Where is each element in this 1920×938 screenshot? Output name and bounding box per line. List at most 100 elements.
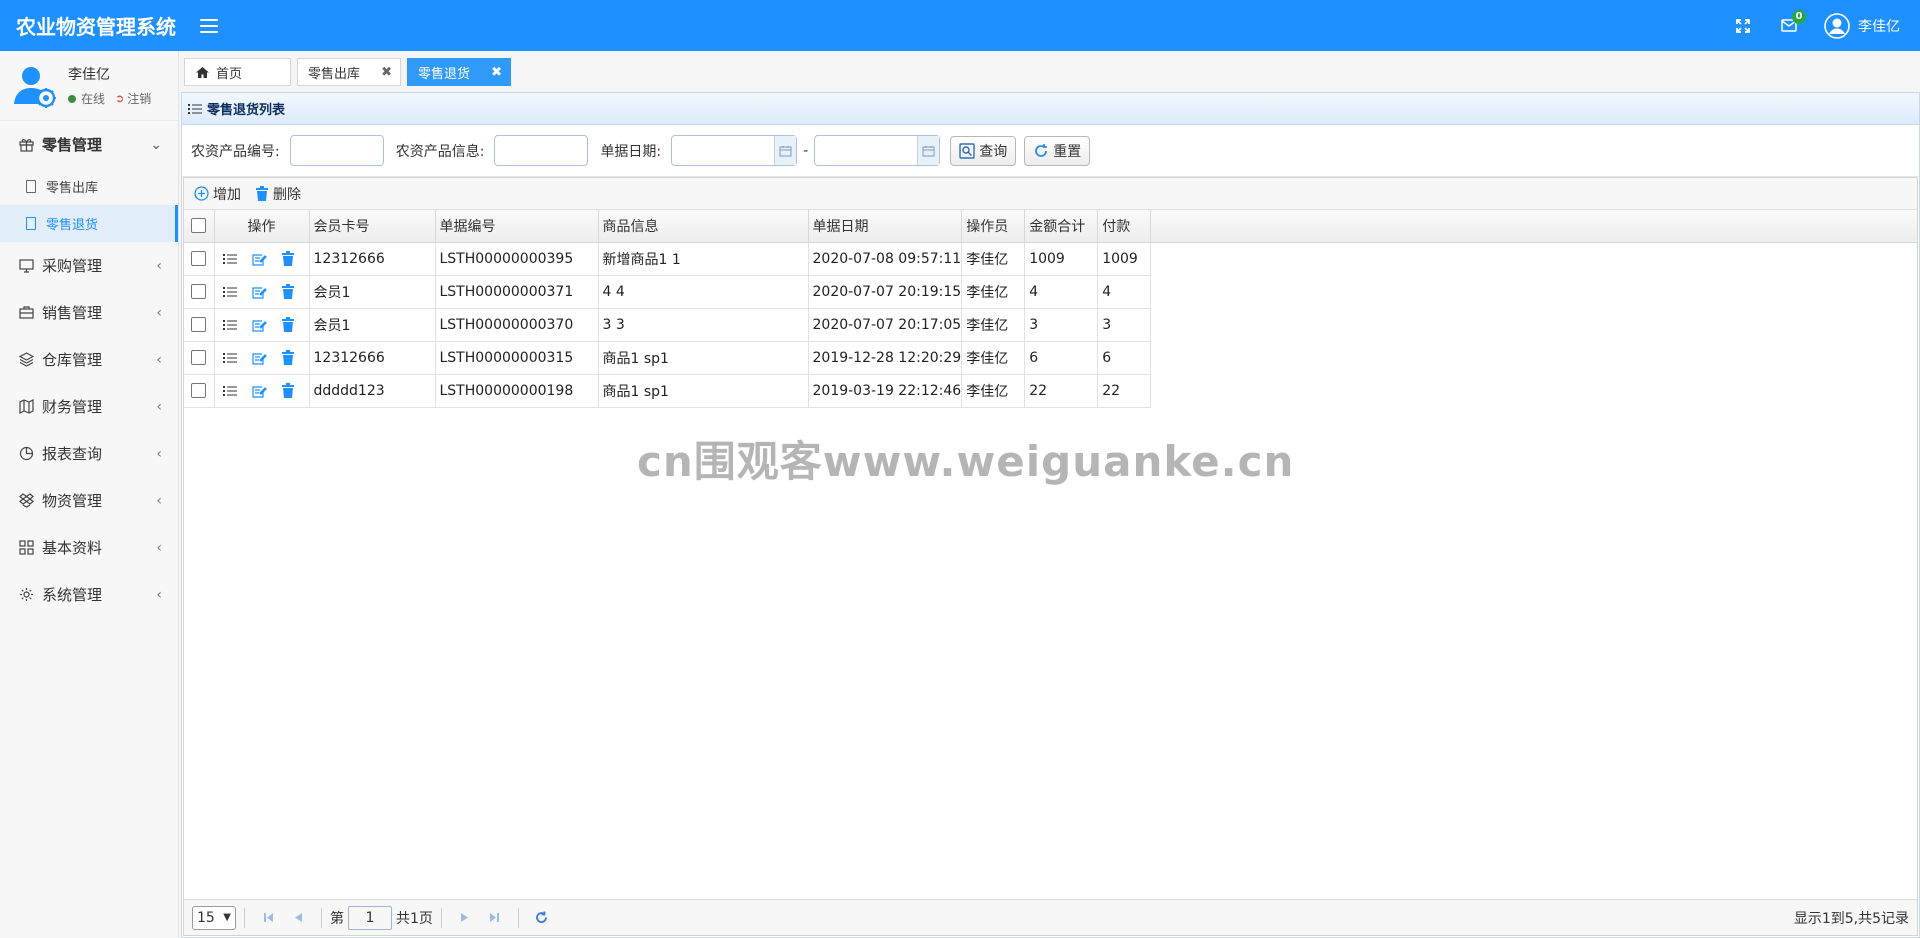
sidebar-item-purchase[interactable]: 采购管理 ‹ <box>0 242 178 289</box>
edit-icon[interactable] <box>251 285 267 299</box>
close-icon[interactable]: ✖ <box>375 65 392 80</box>
page-size-value: 15 <box>197 909 215 926</box>
edit-icon[interactable] <box>251 384 267 398</box>
edit-icon[interactable] <box>251 318 267 332</box>
user-menu[interactable]: 李佳亿 <box>1812 12 1920 39</box>
first-page-icon <box>263 913 273 922</box>
col-header-payment[interactable]: 付款 <box>1097 210 1152 243</box>
cell-total: 1009 <box>1024 242 1099 276</box>
menu-toggle-icon[interactable] <box>200 18 218 33</box>
page-prefix: 第 <box>330 910 344 927</box>
messages-button[interactable]: 0 <box>1766 0 1812 51</box>
first-page-button[interactable] <box>257 907 279 929</box>
row-select-cell <box>184 308 215 342</box>
tab-label: 零售退货 <box>418 66 471 82</box>
page-total: 共1页 <box>396 910 433 927</box>
row-checkbox[interactable] <box>191 350 207 365</box>
date-end-input[interactable] <box>814 135 941 166</box>
sidebar-item-reports[interactable]: 报表查询 ‹ <box>0 430 178 477</box>
prev-page-button[interactable] <box>287 907 309 929</box>
reset-button-label: 重置 <box>1053 143 1082 160</box>
reset-button[interactable]: 重置 <box>1024 135 1091 166</box>
query-button[interactable]: 查询 <box>950 135 1017 166</box>
sidebar-item-basic-data[interactable]: 基本资料 ‹ <box>0 524 178 571</box>
detail-list-icon[interactable] <box>222 352 237 364</box>
edit-icon[interactable] <box>251 252 267 266</box>
detail-list-icon[interactable] <box>222 385 237 397</box>
last-page-button[interactable] <box>484 907 506 929</box>
col-header-operator[interactable]: 操作员 <box>961 210 1026 243</box>
sidebar-item-label: 物资管理 <box>42 492 103 510</box>
tab-retail-return[interactable]: 零售退货 ✖ <box>407 58 511 86</box>
col-header-total[interactable]: 金额合计 <box>1024 210 1099 243</box>
refresh-icon <box>1035 143 1048 157</box>
logout-link[interactable]: ➲ 注销 <box>115 90 151 107</box>
cell-member-card: 会员1 <box>309 308 436 342</box>
grid-icon <box>18 540 34 556</box>
sidebar-subitem-retail-out[interactable]: 零售出库 <box>0 168 178 205</box>
delete-row-icon[interactable] <box>281 383 295 398</box>
row-checkbox[interactable] <box>191 383 207 398</box>
col-header-bill-date[interactable]: 单据日期 <box>808 210 963 243</box>
sidebar-item-finance[interactable]: 财务管理 ‹ <box>0 383 178 430</box>
add-button[interactable]: 增加 <box>194 184 241 204</box>
page-number-input[interactable]: 1 <box>348 905 392 930</box>
page-size-select[interactable]: 15 ▼ <box>192 905 236 930</box>
sidebar-item-materials[interactable]: 物资管理 ‹ <box>0 477 178 524</box>
row-actions-cell <box>214 242 310 276</box>
delete-button[interactable]: 删除 <box>255 184 301 204</box>
cell-goods-info: 商品1 sp1 <box>598 374 809 408</box>
col-header-goods-info[interactable]: 商品信息 <box>598 210 809 243</box>
cell-bill-date: 2019-03-19 22:12:46 <box>808 374 963 408</box>
detail-list-icon[interactable] <box>222 319 237 331</box>
map-icon <box>18 399 34 415</box>
sidebar-item-label: 报表查询 <box>42 445 103 463</box>
delete-row-icon[interactable] <box>281 350 295 365</box>
detail-list-icon[interactable] <box>222 286 237 298</box>
fullscreen-button[interactable] <box>1720 0 1766 51</box>
close-icon[interactable]: ✖ <box>485 65 502 80</box>
select-all-header <box>184 210 215 243</box>
edit-icon[interactable] <box>251 351 267 365</box>
row-actions-cell <box>214 275 310 309</box>
table-row[interactable]: 12312666 LSTH00000000315 商品1 sp1 2019-12-28… <box>184 341 1152 375</box>
delete-row-icon[interactable] <box>281 251 295 266</box>
sidebar-item-warehouse[interactable]: 仓库管理 ‹ <box>0 336 178 383</box>
product-info-input[interactable] <box>494 135 589 166</box>
sidebar-item-retail[interactable]: 零售管理 ⌄ <box>0 121 178 168</box>
calendar-icon[interactable] <box>774 136 797 165</box>
chevron-left-icon: ‹ <box>156 586 162 603</box>
table-row[interactable]: ddddd123 LSTH00000000198 商品1 sp1 2019-03-19… <box>184 374 1152 408</box>
row-checkbox[interactable] <box>191 251 207 266</box>
next-page-button[interactable] <box>454 907 476 929</box>
sidebar-item-sales[interactable]: 销售管理 ‹ <box>0 289 178 336</box>
row-select-cell <box>184 275 215 309</box>
sidebar-subitem-retail-return[interactable]: 零售退货 <box>0 205 178 242</box>
table-row[interactable]: 会员1 LSTH00000000371 4 4 2020-07-07 20:19:15… <box>184 275 1152 309</box>
table-row[interactable]: 会员1 LSTH00000000370 3 3 2020-07-07 20:17:05… <box>184 308 1152 342</box>
watermark-text: cn围观客www.weiguanke.cn <box>637 437 1295 486</box>
sidebar-item-system[interactable]: 系统管理 ‹ <box>0 571 178 618</box>
row-checkbox[interactable] <box>191 284 207 299</box>
tab-retail-out[interactable]: 零售出库 ✖ <box>297 58 401 86</box>
col-header-bill-no[interactable]: 单据编号 <box>435 210 599 243</box>
col-header-member-card[interactable]: 会员卡号 <box>309 210 436 243</box>
sidebar-item-label: 基本资料 <box>42 539 103 557</box>
tab-home[interactable]: 首页 <box>184 58 291 86</box>
delete-row-icon[interactable] <box>281 284 295 299</box>
cell-goods-info: 3 3 <box>598 308 809 342</box>
table-row[interactable]: 12312666 LSTH00000000395 新增商品1 1 2020-07-08… <box>184 242 1152 276</box>
row-checkbox[interactable] <box>191 317 207 332</box>
cell-total: 4 <box>1024 275 1099 309</box>
date-separator: - <box>803 142 809 159</box>
dropbox-icon <box>18 493 34 509</box>
date-start-input[interactable] <box>671 135 798 166</box>
select-all-checkbox[interactable] <box>191 218 207 234</box>
detail-list-icon[interactable] <box>222 253 237 265</box>
reload-button[interactable] <box>531 907 553 929</box>
delete-row-icon[interactable] <box>281 317 295 332</box>
calendar-icon[interactable] <box>917 136 940 165</box>
pager-separator <box>517 907 519 928</box>
product-code-input[interactable] <box>289 135 384 166</box>
header-filler <box>1151 210 1917 243</box>
